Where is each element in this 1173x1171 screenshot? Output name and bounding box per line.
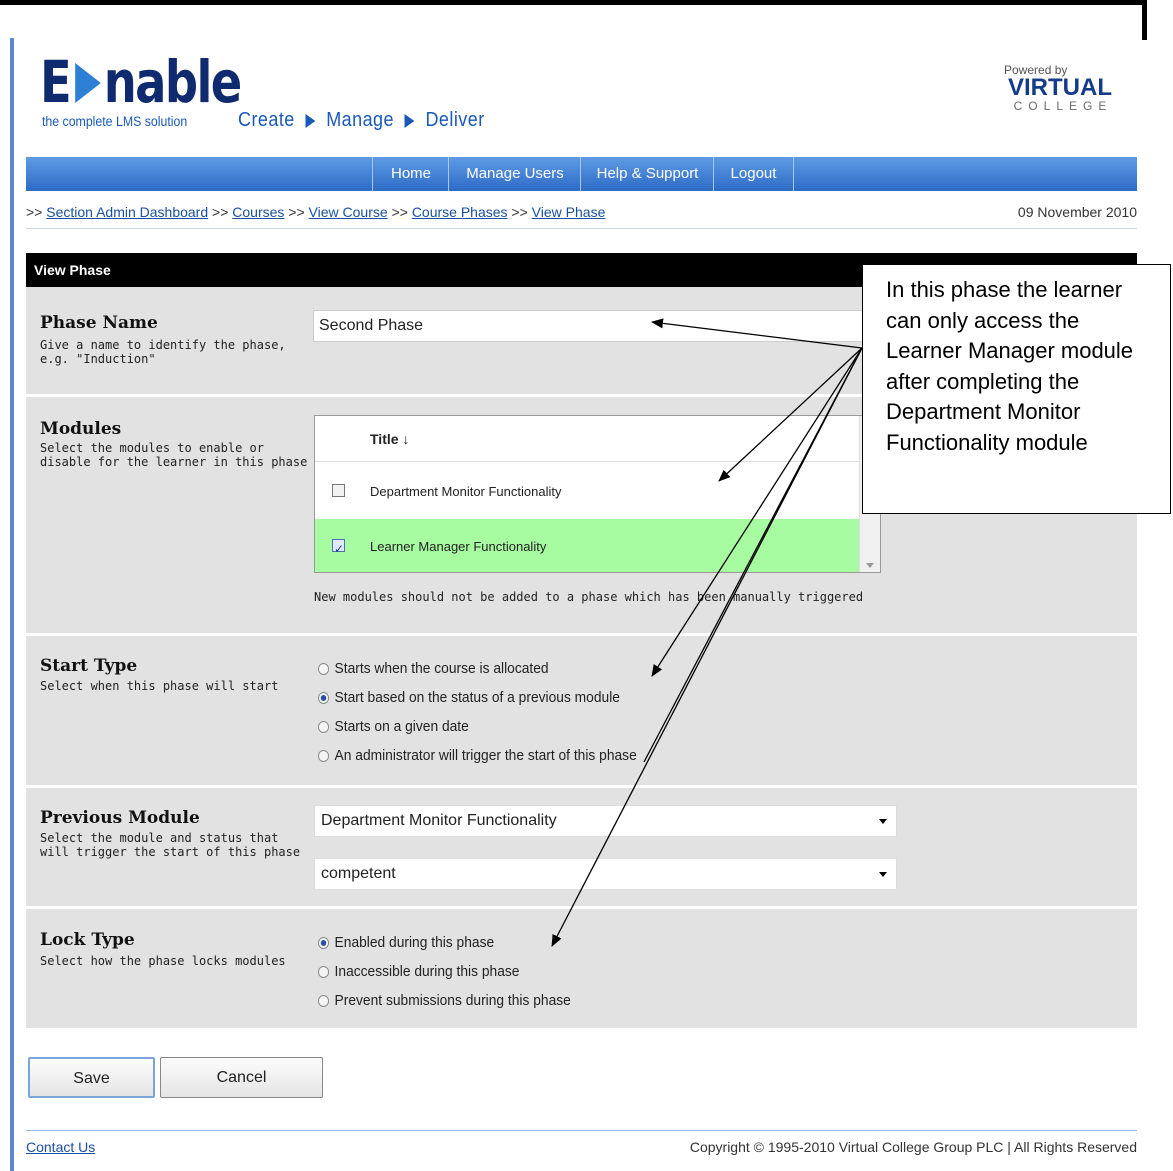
arrow-line: [643, 347, 863, 763]
arrow-to-start-type: [651, 347, 863, 677]
annotation-callout: In this phase the learner can only acces…: [862, 264, 1171, 514]
arrow-to-modules: [718, 347, 863, 482]
arrow-to-phase-name: [651, 318, 863, 349]
annotation-arrows: [551, 318, 863, 947]
